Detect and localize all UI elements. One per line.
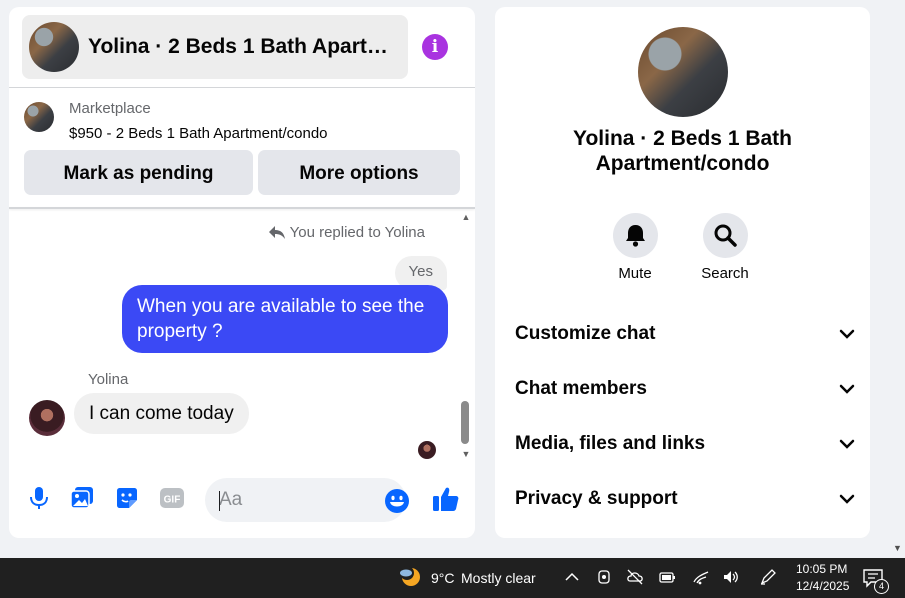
section-label: Media, files and links <box>515 433 706 454</box>
weather-temperature[interactable]: 9°C <box>431 570 455 586</box>
chevron-down-icon <box>839 384 855 394</box>
photo-icon[interactable] <box>69 485 95 511</box>
divider <box>9 207 475 209</box>
taskbar: 9°C Mostly clear 10:05 PM 12/4/2025 4 <box>0 558 905 598</box>
camera-tray-icon[interactable] <box>595 568 613 586</box>
privacy-support-section[interactable]: Privacy & support <box>515 479 855 519</box>
listing-thumbnail[interactable] <box>24 102 54 132</box>
info-icon[interactable]: i <box>422 34 448 60</box>
listing-photo[interactable] <box>638 27 728 117</box>
notification-count-badge: 4 <box>874 579 889 594</box>
search-button[interactable] <box>703 213 748 258</box>
media-files-links-section[interactable]: Media, files and links <box>515 424 855 464</box>
chevron-down-icon <box>839 329 855 339</box>
wifi-icon[interactable] <box>692 568 710 586</box>
mute-label: Mute <box>618 265 652 282</box>
received-message[interactable]: I can come today <box>74 393 249 434</box>
chevron-down-icon <box>839 439 855 449</box>
chevron-up-icon[interactable] <box>563 568 581 586</box>
seen-indicator-avatar <box>418 441 436 459</box>
mute-button[interactable] <box>613 213 658 258</box>
svg-text:GIF: GIF <box>164 495 181 506</box>
gif-icon[interactable]: GIF <box>159 485 185 511</box>
emoji-icon[interactable] <box>384 488 410 514</box>
listing-avatar <box>29 22 79 72</box>
more-options-button[interactable]: More options <box>258 150 460 195</box>
scroll-up-arrow[interactable]: ▲ <box>461 212 471 222</box>
search-label: Search <box>701 265 749 282</box>
window-scroll-down-arrow[interactable]: ▼ <box>893 543 902 553</box>
battery-icon[interactable] <box>658 568 676 586</box>
sticker-icon[interactable] <box>114 485 140 511</box>
search-icon <box>714 224 737 247</box>
cloud-offline-icon[interactable] <box>626 568 644 586</box>
replied-note-text: You replied to Yolina <box>289 224 425 241</box>
scrollbar-thumb[interactable] <box>461 401 469 444</box>
section-label: Privacy & support <box>515 488 678 509</box>
reply-icon <box>268 225 285 239</box>
clock-time[interactable]: 10:05 PM <box>796 562 847 576</box>
text-caret <box>219 491 220 511</box>
window-scrollbar[interactable] <box>890 0 905 558</box>
like-icon[interactable] <box>432 485 460 513</box>
bell-icon <box>626 225 645 247</box>
microphone-icon[interactable] <box>26 485 52 511</box>
clock-date[interactable]: 12/4/2025 <box>796 579 849 593</box>
replied-note: You replied to Yolina <box>268 224 425 241</box>
scroll-down-arrow[interactable]: ▼ <box>461 449 471 459</box>
conversation-info-panel: Yolina · 2 Beds 1 Bath Apartment/condo M… <box>495 7 870 538</box>
volume-icon[interactable] <box>722 568 740 586</box>
section-label: Customize chat <box>515 323 656 344</box>
pen-icon[interactable] <box>759 568 777 586</box>
conversation-title: Yolina · 2 Beds 1 Bath Apartme… <box>88 35 406 58</box>
weather-description[interactable]: Mostly clear <box>461 570 536 586</box>
sender-name: Yolina <box>88 371 129 388</box>
marketplace-label: Marketplace <box>69 100 151 117</box>
chevron-down-icon <box>839 494 855 504</box>
section-label: Chat members <box>515 378 647 399</box>
message-input[interactable] <box>205 478 406 522</box>
customize-chat-section[interactable]: Customize chat <box>515 314 855 354</box>
mark-as-pending-button[interactable]: Mark as pending <box>24 150 253 195</box>
chat-members-section[interactable]: Chat members <box>515 369 855 409</box>
contact-avatar[interactable] <box>29 400 65 436</box>
conversation-header[interactable]: Yolina · 2 Beds 1 Bath Apartme… <box>22 15 408 79</box>
divider <box>9 87 475 88</box>
info-title: Yolina · 2 Beds 1 Bath Apartment/condo <box>573 127 792 175</box>
sent-message[interactable]: When you are available to see the proper… <box>122 285 448 353</box>
chat-panel: Yolina · 2 Beds 1 Bath Apartme… i Market… <box>9 7 475 538</box>
weather-moon-icon[interactable] <box>398 566 422 588</box>
listing-price[interactable]: $950 - 2 Beds 1 Bath Apartment/condo <box>69 125 328 142</box>
